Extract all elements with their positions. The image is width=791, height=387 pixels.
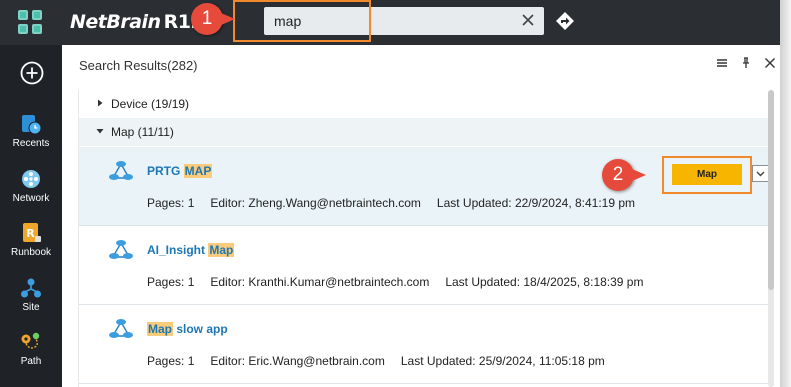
svg-text:R: R (26, 227, 35, 240)
search-go-icon[interactable] (555, 11, 575, 31)
title-text: slow app (173, 322, 228, 336)
pages-count: Pages: 1 (147, 275, 195, 289)
chevron-down-icon (96, 129, 104, 134)
search-annotation-box (233, 0, 371, 42)
title-highlight: MAP (183, 164, 213, 178)
sidebar-item-network[interactable]: Network (0, 168, 62, 204)
last-updated-text: Last Updated: 18/4/2025, 8:18:39 pm (445, 275, 644, 289)
result-item-prtg-map[interactable]: PRTG MAP Pages: 1 Editor: Zheng.Wang@netb… (79, 147, 769, 226)
result-meta: Pages: 1 Editor: Kranthi.Kumar@netbrainte… (147, 275, 659, 289)
apps-grid-icon[interactable] (18, 10, 42, 34)
title-highlight: Map (208, 243, 235, 257)
brand-logo: NetBrain R12 (70, 11, 204, 33)
add-icon[interactable] (20, 61, 44, 85)
pin-icon[interactable] (740, 57, 752, 69)
map-icon (109, 319, 133, 338)
sidebar-item-site[interactable]: Site (0, 277, 62, 313)
editor-text: Editor: Kranthi.Kumar@netbraintech.com (210, 275, 430, 289)
path-icon (21, 332, 40, 349)
step-badge-2: 2 (602, 159, 646, 191)
chevron-right-icon (98, 99, 103, 107)
map-icon (109, 161, 133, 180)
recents-icon (22, 115, 42, 135)
top-bar: NetBrainR12 1 (0, 0, 780, 45)
map-icon (109, 240, 133, 259)
sidebar-item-label: Path (20, 356, 42, 367)
map-button-annotation-box (662, 156, 752, 194)
group-label: Device (19/19) (111, 97, 190, 111)
group-label: Map (11/11) (111, 125, 174, 139)
runbook-icon: R (23, 223, 41, 242)
results-list: Device (19/19) Map (11/11) PRTG MAP Page… (78, 90, 770, 387)
site-icon (21, 278, 41, 298)
search-results-panel: Search Results(282) Device (19/19) Map ( (62, 45, 780, 387)
group-device[interactable]: Device (19/19) (79, 90, 769, 118)
clear-search-icon[interactable] (520, 12, 536, 28)
close-icon[interactable] (764, 57, 776, 69)
title-highlight: Map (147, 322, 173, 336)
sidebar-item-label: Recents (12, 138, 50, 149)
sidebar-item-recents[interactable]: Recents (0, 113, 62, 149)
result-title-link[interactable]: Map slow app (147, 322, 228, 336)
panel-header: Search Results(282) (62, 45, 780, 83)
result-title-link[interactable]: AI_Insight Map (147, 243, 235, 257)
network-icon (22, 170, 40, 188)
result-title-link[interactable]: PRTG MAP (147, 164, 213, 178)
result-meta: Pages: 1 Editor: Zheng.Wang@netbraintech.… (147, 196, 651, 210)
group-map[interactable]: Map (11/11) (79, 118, 769, 146)
pages-count: Pages: 1 (147, 196, 195, 210)
result-item-ai-insight-map[interactable]: AI_Insight Map Pages: 1 Editor: Kranthi.K… (79, 226, 769, 305)
title-text: PRTG (147, 164, 184, 178)
editor-text: Editor: Zheng.Wang@netbraintech.com (210, 196, 421, 210)
result-meta: Pages: 1 Editor: Eric.Wang@netbrain.com La… (147, 354, 621, 368)
results-scrollbar[interactable] (768, 90, 774, 387)
chevron-down-icon (756, 171, 765, 177)
pages-count: Pages: 1 (147, 354, 195, 368)
sidebar-item-label: Network (12, 193, 50, 204)
step-badge-1: 1 (191, 3, 235, 35)
result-item-map-slow-app[interactable]: Map slow app Pages: 1 Editor: Eric.Wang@n… (79, 305, 769, 384)
menu-icon[interactable] (716, 57, 728, 69)
sidebar-item-label: Site (22, 302, 40, 313)
window-edge-shadow (780, 0, 791, 387)
scrollbar-thumb[interactable] (768, 90, 774, 290)
sidebar-item-runbook[interactable]: R Runbook (0, 222, 62, 258)
last-updated-text: Last Updated: 25/9/2024, 11:05:18 pm (400, 354, 605, 368)
left-sidebar: Recents Network R Runbook Site Path (0, 45, 62, 387)
sidebar-item-label: Runbook (10, 247, 52, 258)
sidebar-item-path[interactable]: Path (0, 331, 62, 367)
title-text: AI_Insight (147, 243, 209, 257)
more-options-dropdown[interactable] (752, 165, 769, 182)
last-updated-text: Last Updated: 22/9/2024, 8:41:19 pm (436, 196, 636, 210)
editor-text: Editor: Eric.Wang@netbrain.com (210, 354, 385, 368)
panel-title: Search Results(282) (79, 58, 198, 73)
